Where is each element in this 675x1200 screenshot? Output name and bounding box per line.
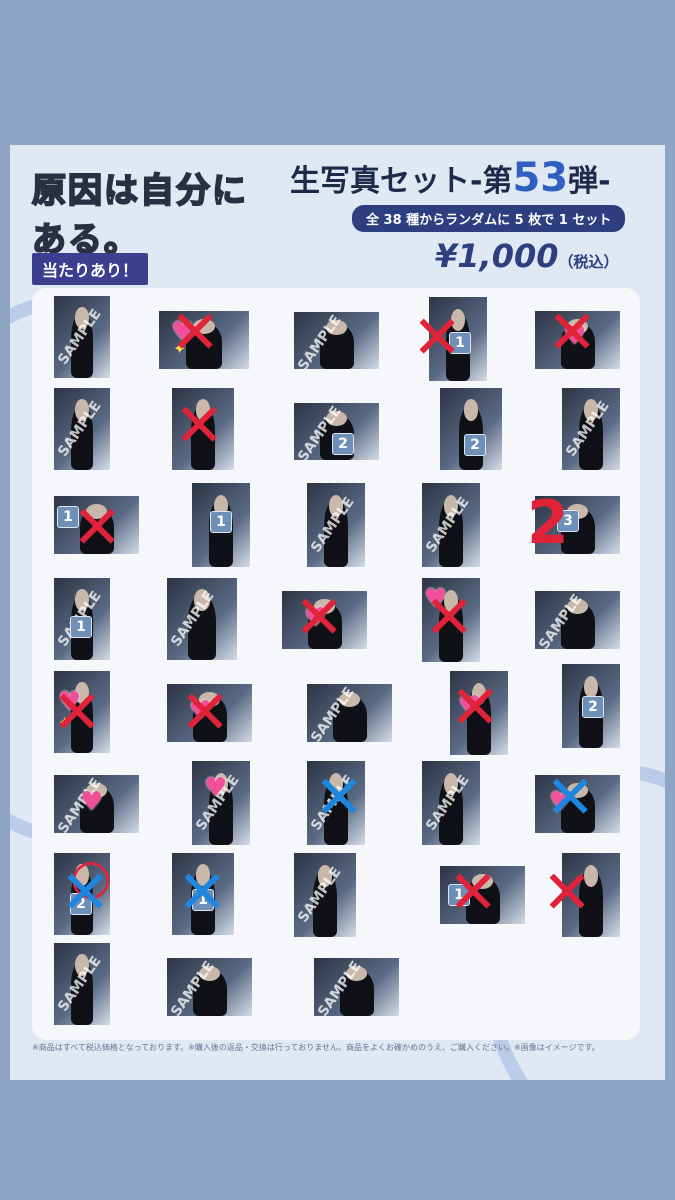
cross-mark: ✕ (177, 858, 228, 928)
photo-card: SAMPLE (422, 483, 480, 567)
price-value: ¥1,000 (435, 237, 559, 275)
photo-card: SAMPLE (167, 578, 237, 660)
photo-card: SAMPLE (307, 684, 392, 742)
title-suffix: 弾 (568, 164, 599, 199)
photo-card: SAMPLE (562, 388, 620, 470)
logo-text: 原因は自分にある。 (31, 170, 248, 261)
cross-mark: ✕ (424, 583, 475, 653)
cross-mark: ✕ (412, 303, 463, 373)
photo-card: SAMPLE (422, 761, 480, 845)
page-title: 生写真セット-第53弾- (290, 155, 611, 201)
photo-card: SAMPLE ♥ (192, 761, 250, 845)
photo-card: SAMPLE (314, 958, 399, 1016)
photo-card: 2 (562, 664, 620, 748)
photo-card: SAMPLE (54, 943, 110, 1025)
photo-card: SAMPLE (294, 312, 379, 369)
photo-grid: SAMPLE ♥ ✦ SAMPLE 1 ♥ SAMPLE SAMPLE 2 2 SA… (32, 288, 640, 1040)
photo-card: SAMPLE (167, 958, 252, 1016)
cross-mark: ✕ (314, 763, 365, 833)
photo-card: SAMPLE (307, 483, 365, 567)
title-dash: - (598, 164, 611, 199)
disclaimer-text: ※商品はすべて税込価格となっております。※購入後の返品・交換は行っておりません。… (32, 1043, 600, 1052)
photo-card: SAMPLE (294, 853, 356, 937)
price: ¥1,000（税込） (435, 237, 619, 275)
title-mid: 第 (482, 164, 513, 199)
photo-card: SAMPLE (54, 296, 110, 378)
number-box-icon: 2 (332, 433, 354, 455)
cross-mark: ✕ (174, 391, 225, 461)
title-dash: - (470, 164, 483, 199)
cross-mark: ✕ (294, 583, 345, 653)
title-prefix: 生写真セット (290, 164, 470, 199)
photo-card: 1 (192, 483, 250, 567)
cross-mark: ✕ (448, 858, 499, 928)
cross-mark: ✕ (72, 493, 123, 563)
number-box-icon: 2 (464, 434, 486, 456)
price-tax: （税込） (558, 253, 619, 271)
logo: 原因は自分にある。 (31, 163, 267, 261)
photo-card: SAMPLE (535, 591, 620, 649)
photo-card: 2 (440, 388, 502, 470)
photo-card: SAMPLE ♥ (54, 775, 139, 833)
photo-card: SAMPLE (54, 388, 110, 470)
cross-mark: ✕ (170, 298, 221, 368)
product-poster: 原因は自分にある。 当たりあり！ 生写真セット-第53弾- 全 38 種からラン… (10, 145, 665, 1080)
photo-card: SAMPLE1 (54, 578, 110, 660)
heart-icon: ♥ (204, 773, 228, 803)
winner-badge: 当たりあり！ (32, 253, 149, 285)
number-box-icon: 1 (210, 511, 232, 533)
cross-mark: ✕ (545, 763, 596, 833)
title-number: 53 (512, 155, 569, 201)
cross-mark: ✕ (542, 858, 593, 928)
cross-mark: ✕ (60, 858, 111, 928)
number-box-icon: 1 (70, 616, 92, 638)
heart-icon: ♥ (80, 787, 104, 817)
handwritten-number: 2 (527, 488, 569, 558)
cross-mark: ✕ (547, 298, 598, 368)
cross-mark: ✕ (180, 678, 231, 748)
number-box-icon: 2 (582, 696, 604, 718)
cross-mark: ✕ (52, 678, 103, 748)
cross-mark: ✕ (450, 673, 501, 743)
photo-card: SAMPLE 2 (294, 403, 379, 460)
set-description: 全 38 種からランダムに 5 枚で 1 セット (352, 205, 626, 232)
